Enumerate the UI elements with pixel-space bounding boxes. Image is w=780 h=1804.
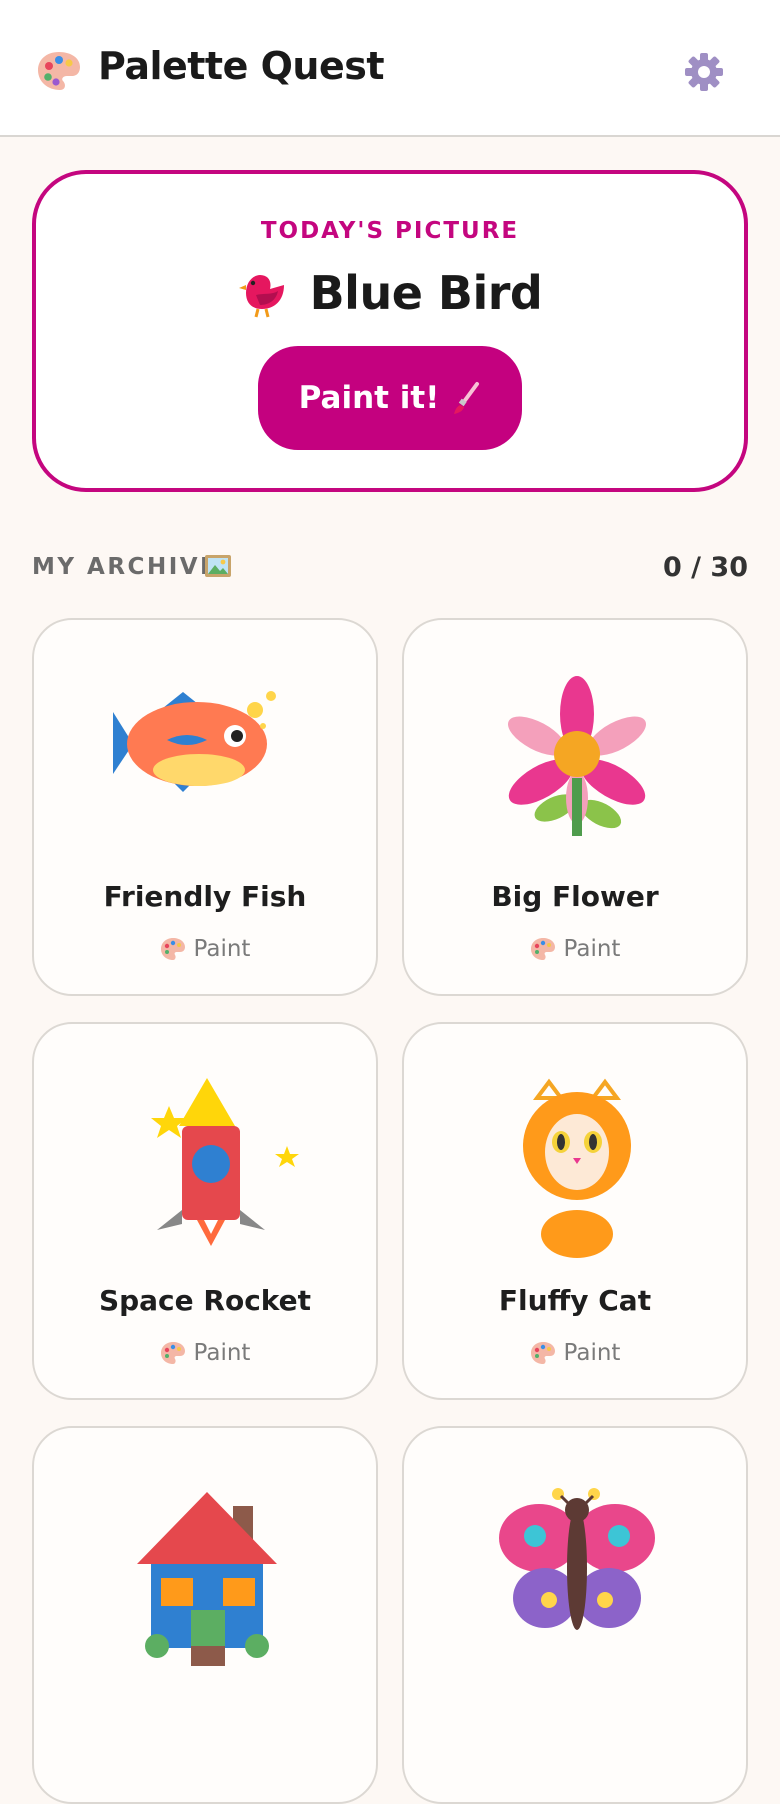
todays-picture-card: TODAY'S PICTURE Blue Bird Paint it! [32, 170, 748, 492]
cat-icon [523, 1078, 631, 1258]
todays-picture-title-row: Blue Bird [36, 266, 744, 320]
rocket-icon [151, 1078, 299, 1246]
card-title: Big Flower [491, 880, 659, 913]
card-action-label: Paint [193, 936, 251, 962]
palette-icon [530, 1342, 555, 1364]
card-title: Friendly Fish [103, 880, 307, 913]
butterfly-icon [499, 1488, 655, 1630]
archive-count: 0 / 30 [662, 552, 748, 583]
card-action-label: Paint [563, 1340, 621, 1366]
archive-card-house[interactable] [32, 1426, 378, 1804]
fish-icon [113, 691, 276, 792]
card-paint-action[interactable]: Paint [34, 1340, 376, 1366]
archive-card-fluffy-cat[interactable]: Fluffy Cat Paint [402, 1022, 748, 1400]
archive-card-butterfly[interactable] [402, 1426, 748, 1804]
settings-button[interactable] [680, 48, 728, 96]
gear-icon [685, 53, 723, 91]
todays-picture-label: TODAY'S PICTURE [260, 218, 520, 244]
card-title: Space Rocket [98, 1284, 312, 1317]
palette-icon [530, 938, 555, 960]
todays-picture-title: Blue Bird [309, 266, 543, 320]
house-icon [137, 1492, 277, 1666]
palette-icon [160, 938, 185, 960]
top-bar: Palette Quest [0, 0, 780, 137]
app-title: Palette Quest [98, 44, 385, 88]
bird-icon [238, 275, 284, 318]
paint-it-button[interactable]: Paint it! [258, 346, 522, 450]
framed-picture-icon [205, 555, 231, 577]
archive-header: MY ARCHIVE 0 / 30 [32, 552, 748, 586]
card-paint-action[interactable]: Paint [34, 936, 376, 962]
card-title: Fluffy Cat [498, 1284, 652, 1317]
flower-icon [507, 676, 647, 836]
palette-icon [38, 52, 80, 90]
archive-card-friendly-fish[interactable]: Friendly Fish Paint [32, 618, 378, 996]
card-action-label: Paint [193, 1340, 251, 1366]
archive-label: MY ARCHIVE [32, 554, 219, 580]
paint-it-label: Paint it! [298, 380, 440, 416]
archive-card-space-rocket[interactable]: Space Rocket Paint [32, 1022, 378, 1400]
paintbrush-icon [454, 382, 480, 414]
archive-card-big-flower[interactable]: Big Flower Paint [402, 618, 748, 996]
palette-icon [160, 1342, 185, 1364]
card-paint-action[interactable]: Paint [404, 1340, 746, 1366]
card-action-label: Paint [563, 936, 621, 962]
card-paint-action[interactable]: Paint [404, 936, 746, 962]
